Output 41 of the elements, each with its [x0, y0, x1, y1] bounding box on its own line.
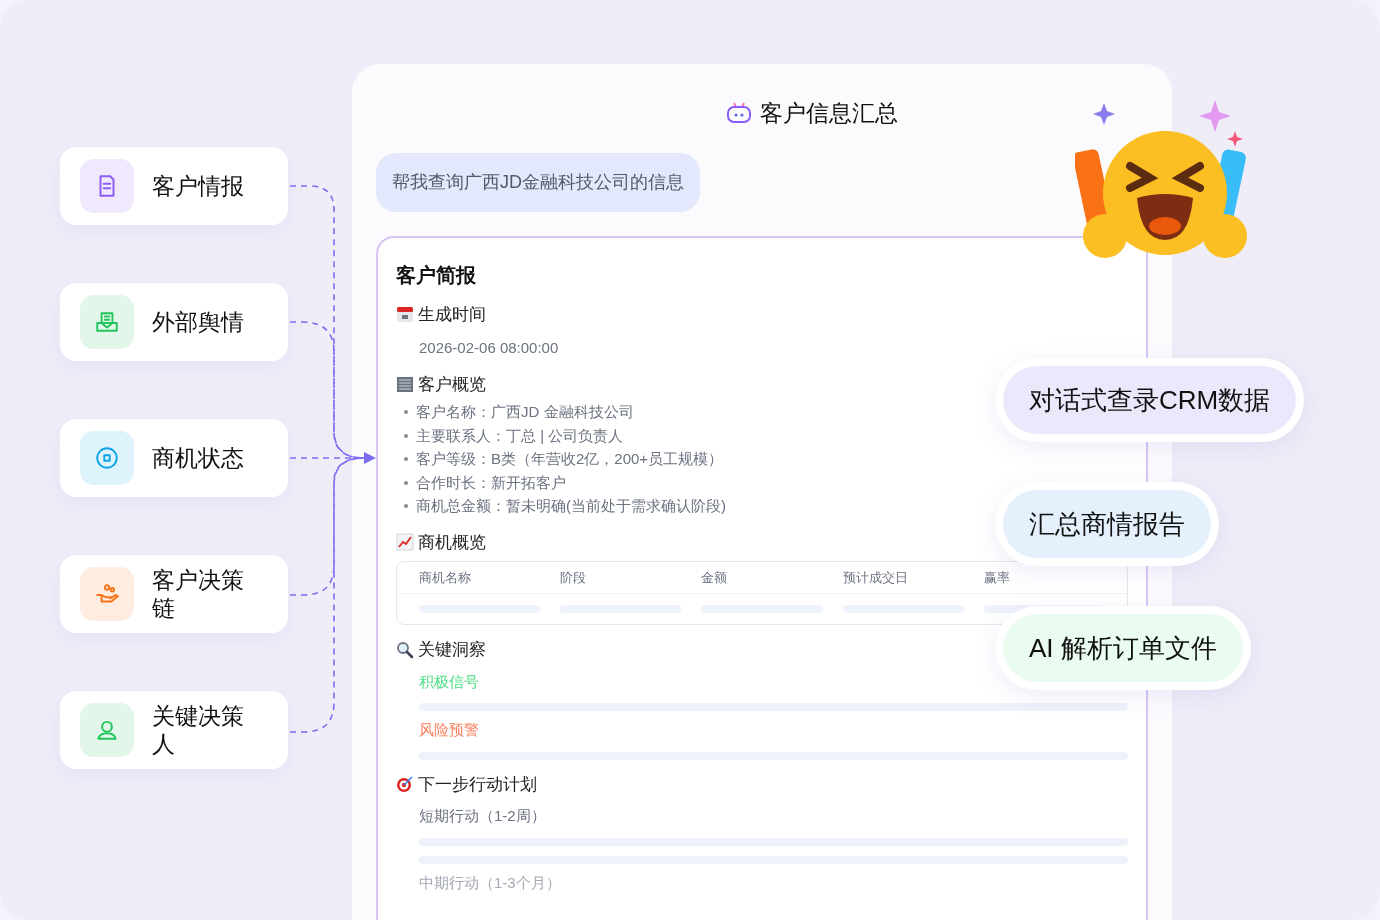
bullet-icon — [404, 433, 408, 438]
column-header: 赢率 — [983, 568, 1011, 587]
chat-title: 客户信息汇总 — [760, 99, 898, 128]
section-heading: 商机概览 — [418, 531, 486, 554]
section-heading: 关键洞察 — [418, 639, 486, 661]
dartboard-icon — [396, 775, 414, 794]
source-label: 客户决策链 — [152, 566, 245, 622]
source-label: 外部舆情 — [152, 308, 245, 336]
subsection-label: 风险预警 — [419, 720, 480, 740]
source-label: 商机状态 — [152, 444, 245, 472]
magnifier-icon — [396, 640, 414, 659]
column-header: 阶段 — [560, 568, 588, 587]
list-item: 客户名称：广西JD 金融科技公司 — [416, 402, 634, 422]
section-heading: 客户概览 — [418, 373, 486, 396]
list-item: 合作时长：新开拓客户 — [416, 472, 566, 493]
bullet-icon — [404, 457, 408, 462]
source-label: 客户情报 — [152, 172, 245, 200]
bullet-icon — [404, 410, 408, 415]
bullet-icon — [404, 480, 408, 485]
source-label: 关键决策人 — [152, 702, 245, 758]
building-icon — [396, 375, 414, 394]
list-item: 客户等级：B类（年营收2亿，200+员工规模） — [416, 449, 724, 469]
bullet-icon — [404, 504, 408, 509]
section-heading: 生成时间 — [418, 303, 486, 326]
feature-label: AI 解析订单文件 — [1003, 614, 1243, 682]
list-item: 商机总金额：暂未明确(当前处于需求确认阶段) — [416, 496, 726, 516]
section-heading: 下一步行动计划 — [418, 773, 537, 796]
column-header: 商机名称 — [419, 568, 472, 587]
subsection-label: 中期行动（1-3个月） — [419, 872, 562, 893]
subsection-label: 积极信号 — [419, 671, 480, 692]
subsection-label: 短期行动（1-2周） — [419, 806, 547, 826]
list-item: 主要联系人：丁总 | 公司负责人 — [416, 425, 624, 446]
calendar-icon — [396, 305, 414, 324]
chart-icon — [396, 533, 414, 552]
column-header: 预计成交日 — [842, 568, 909, 587]
section-value: 2026-02-06 08:00:00 — [419, 338, 560, 358]
feature-label: 汇总商情报告 — [1003, 490, 1211, 558]
feature-label: 对话式查录CRM数据 — [1003, 366, 1297, 434]
column-header: 金额 — [701, 568, 729, 587]
report-title: 客户简报 — [396, 262, 477, 288]
query-bubble: 帮我查询广西JD金融科技公司的信息 — [376, 152, 700, 212]
